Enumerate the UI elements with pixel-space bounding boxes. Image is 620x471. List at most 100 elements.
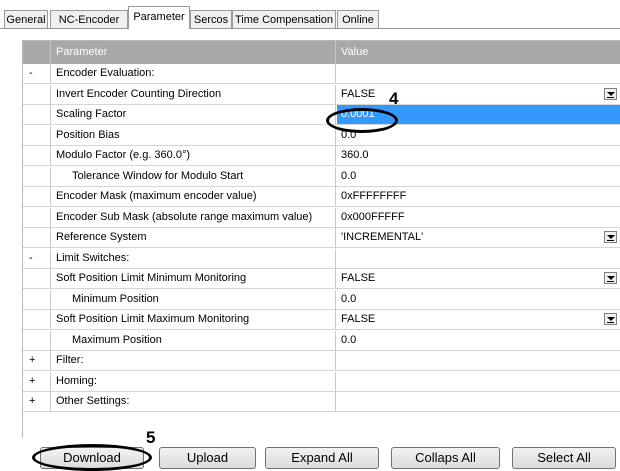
table-row[interactable]: Invert Encoder Counting Direction FALSE xyxy=(23,85,620,105)
parameter-value[interactable] xyxy=(337,351,620,370)
table-row[interactable]: Scaling Factor 0.0001 xyxy=(23,105,620,125)
expand-toggle[interactable]: + xyxy=(23,351,51,370)
parameter-name: Modulo Factor (e.g. 360.0°) xyxy=(52,146,336,165)
row-marker-cell xyxy=(23,187,51,206)
row-marker-cell xyxy=(23,208,51,227)
parameter-value[interactable] xyxy=(337,249,620,268)
parameter-value[interactable]: 0.0 xyxy=(337,331,620,350)
annotation-number-4: 4 xyxy=(389,89,399,108)
download-button[interactable]: Download xyxy=(40,447,144,469)
parameter-name: Other Settings: xyxy=(52,392,336,411)
dropdown-arrow-icon[interactable] xyxy=(604,88,617,100)
tab-parameter[interactable]: Parameter xyxy=(128,6,190,29)
group-row[interactable]: - Limit Switches: xyxy=(23,249,620,269)
parameter-value-text: 0.0001 xyxy=(341,108,375,120)
dropdown-arrow-icon[interactable] xyxy=(604,313,617,325)
parameter-value[interactable]: 0.0 xyxy=(337,167,620,186)
expand-all-button[interactable]: Expand All xyxy=(265,447,379,469)
parameter-name: Encoder Mask (maximum encoder value) xyxy=(52,187,336,206)
table-row[interactable]: Encoder Mask (maximum encoder value) 0xFF… xyxy=(23,187,620,207)
expand-toggle[interactable]: + xyxy=(23,392,51,411)
parameter-value[interactable] xyxy=(337,64,620,83)
column-header-value[interactable]: Value xyxy=(337,41,620,64)
table-row[interactable]: Encoder Sub Mask (absolute range maximum… xyxy=(23,208,620,228)
parameter-value[interactable]: 0xFFFFFFFF xyxy=(337,187,620,206)
parameter-value[interactable]: 0.0001 xyxy=(337,105,620,124)
parameter-value-select[interactable]: 'INCREMENTAL' xyxy=(337,228,620,247)
table-row[interactable]: Modulo Factor (e.g. 360.0°) 360.0 xyxy=(23,146,620,166)
row-marker-cell xyxy=(23,126,51,145)
table-row[interactable]: Position Bias 0.0 xyxy=(23,126,620,146)
tab-sercos[interactable]: Sercos xyxy=(190,10,232,28)
row-marker-cell xyxy=(23,105,51,124)
expand-toggle[interactable]: + xyxy=(23,372,51,391)
parameter-name: Tolerance Window for Modulo Start xyxy=(52,167,336,186)
parameter-value-text: FALSE xyxy=(341,272,376,284)
parameter-name: Soft Position Limit Minimum Monitoring xyxy=(52,269,336,288)
tab-online[interactable]: Online xyxy=(337,10,379,28)
table-row[interactable]: Soft Position Limit Maximum Monitoring FA… xyxy=(23,310,620,330)
group-row[interactable]: + Filter: xyxy=(23,351,620,371)
parameter-grid: Parameter Value - Encoder Evaluation: Inve… xyxy=(22,40,620,438)
tab-time-compensation[interactable]: Time Compensation xyxy=(232,10,336,28)
parameter-value-select[interactable]: FALSE xyxy=(337,310,620,329)
annotation-number-5: 5 xyxy=(146,428,156,447)
parameter-name: Invert Encoder Counting Direction xyxy=(52,85,336,104)
parameter-value[interactable]: 0x000FFFFF xyxy=(337,208,620,227)
parameter-value-text: FALSE xyxy=(341,313,376,325)
row-marker-cell xyxy=(23,269,51,288)
group-row[interactable]: - Encoder Evaluation: xyxy=(23,64,620,84)
group-row[interactable]: + Homing: xyxy=(23,372,620,392)
row-marker-cell xyxy=(23,228,51,247)
parameter-value-text: 360.0 xyxy=(341,149,369,161)
parameter-value-text: 0.0 xyxy=(341,129,357,141)
parameter-name: Encoder Evaluation: xyxy=(52,64,336,83)
row-marker-cell xyxy=(23,290,51,309)
parameter-value-text: 0xFFFFFFFF xyxy=(341,190,407,202)
dropdown-arrow-icon[interactable] xyxy=(604,272,617,284)
header-marker-cell xyxy=(23,41,51,64)
row-marker-cell xyxy=(23,331,51,350)
row-marker-cell xyxy=(23,146,51,165)
collaps-all-button[interactable]: Collaps All xyxy=(391,447,500,469)
table-row[interactable]: Tolerance Window for Modulo Start 0.0 xyxy=(23,167,620,187)
parameter-value-text: 'INCREMENTAL' xyxy=(341,231,424,243)
parameter-name: Homing: xyxy=(52,372,336,391)
parameter-value-select[interactable]: FALSE xyxy=(337,269,620,288)
parameter-value-text: 0.0 xyxy=(341,334,357,346)
parameter-value[interactable] xyxy=(337,392,620,411)
parameter-value-text: 0.0 xyxy=(341,170,357,182)
parameter-name: Soft Position Limit Maximum Monitoring xyxy=(52,310,336,329)
parameter-name: Filter: xyxy=(52,351,336,370)
parameter-name: Position Bias xyxy=(52,126,336,145)
upload-button[interactable]: Upload xyxy=(159,447,256,469)
column-header-parameter[interactable]: Parameter xyxy=(52,41,336,64)
tab-divider xyxy=(0,28,620,29)
parameter-value-text: 0.0 xyxy=(341,293,357,305)
table-row[interactable]: Maximum Position 0.0 xyxy=(23,331,620,351)
collapse-toggle[interactable]: - xyxy=(23,64,51,83)
group-row[interactable]: + Other Settings: xyxy=(23,392,620,412)
collapse-toggle[interactable]: - xyxy=(23,249,51,268)
row-marker-cell xyxy=(23,85,51,104)
parameter-name: Encoder Sub Mask (absolute range maximum… xyxy=(52,208,336,227)
tab-general[interactable]: General xyxy=(4,10,48,28)
select-all-button[interactable]: Select All xyxy=(512,447,616,469)
parameter-value[interactable]: 0.0 xyxy=(337,290,620,309)
parameter-value-text: 0x000FFFFF xyxy=(341,211,405,223)
parameter-value[interactable] xyxy=(337,372,620,391)
table-row[interactable]: Soft Position Limit Minimum Monitoring FA… xyxy=(23,269,620,289)
tab-nc-encoder[interactable]: NC-Encoder xyxy=(50,10,128,28)
parameter-name: Limit Switches: xyxy=(52,249,336,268)
parameter-value-select[interactable]: FALSE xyxy=(337,85,620,104)
table-row[interactable]: Minimum Position 0.0 xyxy=(23,290,620,310)
parameter-value[interactable]: 360.0 xyxy=(337,146,620,165)
row-marker-cell xyxy=(23,310,51,329)
parameter-name: Scaling Factor xyxy=(52,105,336,124)
table-row[interactable]: Reference System 'INCREMENTAL' xyxy=(23,228,620,248)
row-marker-cell xyxy=(23,167,51,186)
grid-header: Parameter Value xyxy=(23,41,620,64)
dropdown-arrow-icon[interactable] xyxy=(604,231,617,243)
parameter-value[interactable]: 0.0 xyxy=(337,126,620,145)
parameter-name: Reference System xyxy=(52,228,336,247)
